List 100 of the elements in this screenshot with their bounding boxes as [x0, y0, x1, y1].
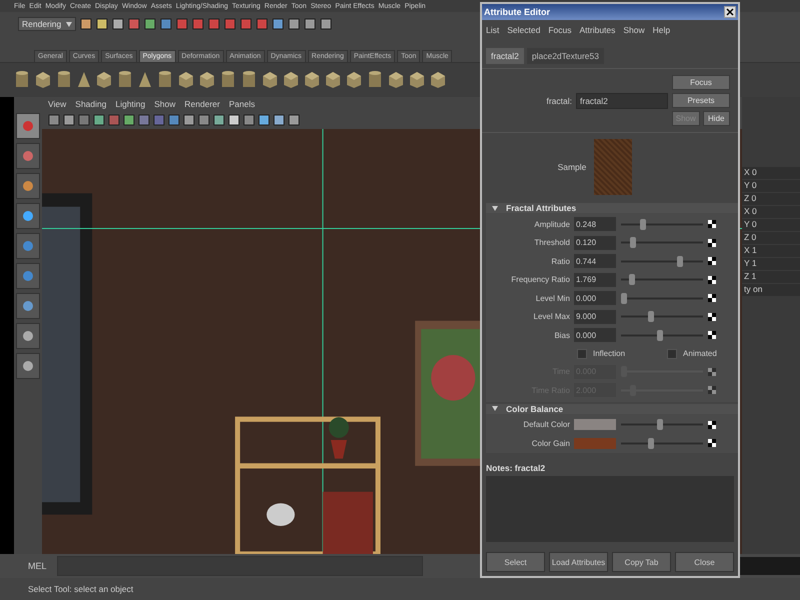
- viewport-menu-item[interactable]: Panels: [228, 99, 255, 109]
- square-icon[interactable]: [168, 114, 180, 126]
- square-icon[interactable]: [320, 18, 332, 30]
- slider-handle[interactable]: [628, 274, 635, 286]
- slider-handle[interactable]: [648, 438, 654, 449]
- menu-item[interactable]: Selected: [507, 25, 540, 35]
- side-button[interactable]: Focus: [672, 75, 730, 90]
- slider-handle[interactable]: [657, 419, 664, 430]
- menu-item[interactable]: Focus: [548, 25, 572, 35]
- cylinder-icon[interactable]: [157, 70, 173, 90]
- map-button[interactable]: [708, 331, 716, 340]
- slider-handle[interactable]: [640, 218, 646, 230]
- section-header[interactable]: Color Balance: [486, 404, 738, 414]
- viewport-menu-item[interactable]: Lighting: [115, 99, 146, 109]
- cube-icon[interactable]: [96, 71, 112, 89]
- square-icon[interactable]: [123, 114, 135, 126]
- checkbox[interactable]: [667, 348, 678, 358]
- node-name-field[interactable]: fractal2: [576, 92, 668, 108]
- menu-item[interactable]: Help: [652, 25, 670, 35]
- viewport-menu-item[interactable]: Shading: [75, 99, 106, 109]
- square-icon[interactable]: [288, 18, 300, 30]
- square-icon[interactable]: [288, 114, 300, 126]
- slider-handle[interactable]: [621, 292, 627, 304]
- map-button[interactable]: [708, 294, 716, 302]
- map-button[interactable]: [708, 276, 716, 284]
- cube-icon[interactable]: [178, 71, 194, 89]
- cube-icon[interactable]: [262, 71, 278, 89]
- tool-button[interactable]: [16, 143, 40, 169]
- square-icon[interactable]: [96, 18, 108, 30]
- cube-icon[interactable]: [35, 71, 51, 89]
- square-icon[interactable]: [213, 114, 225, 126]
- close-button[interactable]: [724, 6, 736, 18]
- square-icon[interactable]: [48, 114, 60, 126]
- attribute-value-field[interactable]: 0.000: [574, 328, 616, 342]
- tool-button[interactable]: [16, 203, 40, 229]
- attribute-value-field[interactable]: 1.769: [574, 272, 616, 287]
- side-button[interactable]: Hide: [702, 111, 730, 126]
- square-icon[interactable]: [93, 114, 105, 126]
- map-button[interactable]: [708, 238, 716, 247]
- tool-button[interactable]: [16, 353, 40, 379]
- square-icon[interactable]: [258, 114, 270, 126]
- square-icon[interactable]: [160, 18, 172, 30]
- map-button[interactable]: [708, 439, 716, 448]
- square-icon[interactable]: [183, 114, 195, 126]
- slider-handle[interactable]: [630, 237, 636, 248]
- cone-icon[interactable]: [77, 71, 91, 89]
- viewport-menu-item[interactable]: Show: [154, 99, 176, 109]
- cube-icon[interactable]: [346, 71, 362, 89]
- cylinder-icon[interactable]: [117, 70, 133, 90]
- cube-icon[interactable]: [199, 71, 215, 89]
- slider-handle[interactable]: [657, 330, 664, 341]
- tool-button[interactable]: [16, 173, 40, 199]
- cube-icon[interactable]: [409, 71, 425, 89]
- sphere-icon[interactable]: [22, 300, 34, 312]
- color-swatch[interactable]: [574, 419, 616, 430]
- cube-icon[interactable]: [283, 71, 299, 89]
- side-button[interactable]: Presets: [672, 93, 730, 108]
- sphere-icon[interactable]: [22, 210, 34, 222]
- attribute-value-field[interactable]: 0.000: [574, 291, 616, 306]
- square-icon[interactable]: [112, 18, 124, 30]
- menu-item[interactable]: Attributes: [579, 25, 616, 35]
- menu-item[interactable]: Show: [623, 25, 645, 35]
- cylinder-icon[interactable]: [220, 70, 236, 90]
- menu-set-dropdown[interactable]: Rendering: [18, 17, 76, 31]
- square-icon[interactable]: [144, 18, 156, 30]
- cube-icon[interactable]: [304, 71, 320, 89]
- cube-icon[interactable]: [325, 71, 341, 89]
- map-button[interactable]: [708, 420, 716, 429]
- section-header[interactable]: Fractal Attributes: [486, 203, 738, 213]
- node-tab[interactable]: fractal2: [486, 48, 524, 64]
- cylinder-icon[interactable]: [367, 70, 383, 90]
- sphere-icon[interactable]: [22, 180, 34, 192]
- cylinder-icon[interactable]: [14, 70, 30, 90]
- tool-button[interactable]: [16, 233, 40, 259]
- square-icon[interactable]: [304, 18, 316, 30]
- menu-item[interactable]: List: [486, 25, 500, 35]
- viewport-menu-item[interactable]: View: [48, 99, 66, 109]
- cube-icon[interactable]: [388, 71, 404, 89]
- square-icon[interactable]: [80, 18, 92, 30]
- map-button[interactable]: [708, 312, 716, 321]
- footer-button[interactable]: Copy Tab: [612, 552, 671, 572]
- node-tab[interactable]: place2dTexture53: [526, 48, 604, 64]
- square-icon[interactable]: [198, 114, 210, 126]
- square-icon[interactable]: [243, 114, 255, 126]
- tool-button[interactable]: [16, 263, 40, 289]
- map-button[interactable]: [708, 257, 716, 266]
- footer-button[interactable]: Select: [486, 552, 545, 572]
- checkbox[interactable]: [577, 348, 587, 358]
- sphere-icon[interactable]: [22, 330, 34, 342]
- viewport-menu-item[interactable]: Renderer: [184, 99, 220, 109]
- cylinder-icon[interactable]: [241, 70, 257, 90]
- footer-button[interactable]: Close: [675, 552, 734, 572]
- cylinder-icon[interactable]: [56, 70, 72, 90]
- slider-handle[interactable]: [648, 311, 654, 322]
- sphere-icon[interactable]: [22, 360, 34, 372]
- tool-button[interactable]: [16, 323, 40, 349]
- tool-button[interactable]: [16, 113, 40, 139]
- map-button[interactable]: [708, 220, 716, 228]
- square-icon[interactable]: [228, 114, 240, 126]
- attribute-value-field[interactable]: 0.120: [574, 236, 616, 250]
